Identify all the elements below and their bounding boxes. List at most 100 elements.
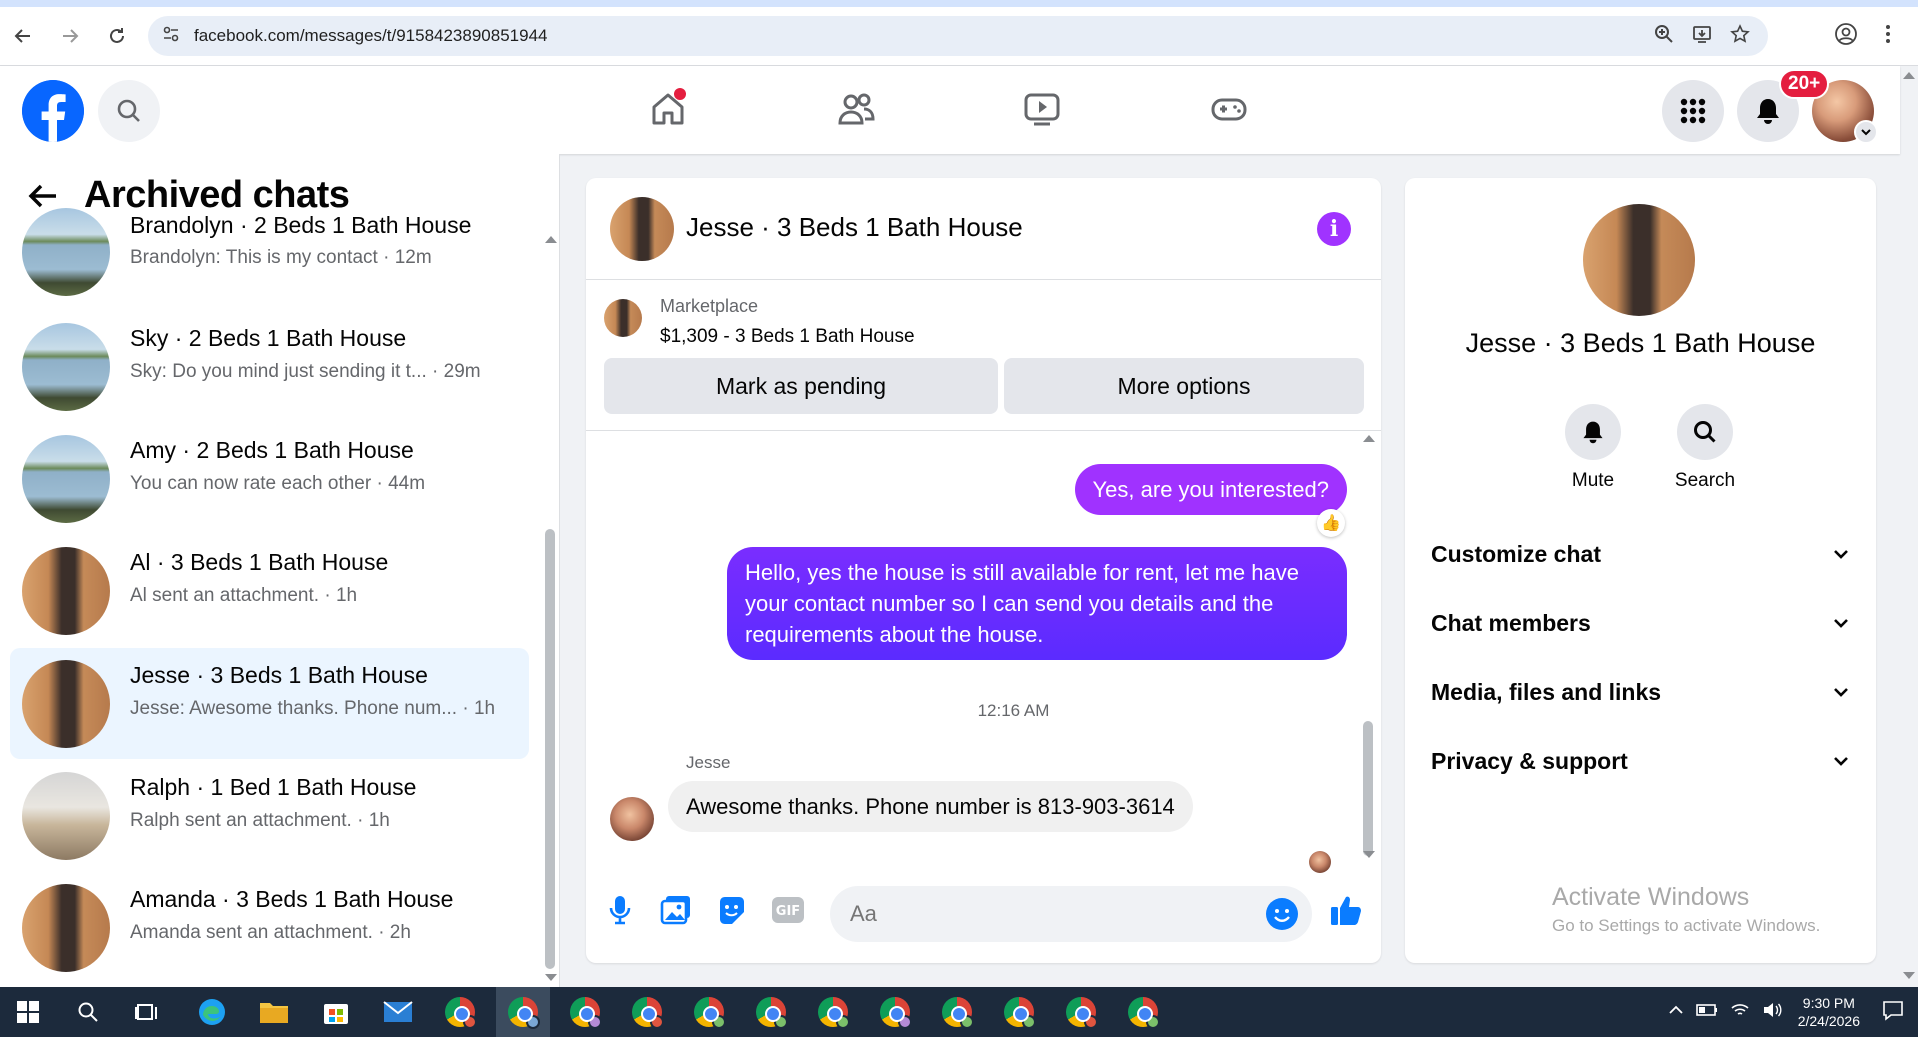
facebook-search-button[interactable] xyxy=(98,80,160,142)
thread-scroll-up-arrow[interactable] xyxy=(1363,435,1375,442)
incoming-message[interactable]: Awesome thanks. Phone number is 813-903-… xyxy=(668,781,1193,832)
taskbar-search-icon[interactable] xyxy=(70,994,106,1030)
task-view-icon[interactable] xyxy=(128,994,164,1030)
chrome-icon[interactable] xyxy=(1001,994,1037,1030)
chat-name: Sky · 2 Beds 1 Bath House xyxy=(130,325,407,351)
battery-icon[interactable] xyxy=(1695,1003,1718,1022)
menu-grid-button[interactable] xyxy=(1662,80,1724,142)
chrome-icon[interactable] xyxy=(815,994,851,1030)
chrome-icon[interactable] xyxy=(567,994,603,1030)
sender-avatar[interactable] xyxy=(610,797,654,841)
wifi-icon[interactable] xyxy=(1730,1002,1750,1023)
page-scroll-up-arrow[interactable] xyxy=(1903,72,1915,79)
chat-avatar xyxy=(22,435,110,523)
microphone-icon[interactable] xyxy=(602,892,638,928)
scroll-up-arrow[interactable] xyxy=(545,236,557,243)
outgoing-message[interactable]: Yes, are you interested? xyxy=(1074,464,1347,515)
file-explorer-icon[interactable] xyxy=(256,994,292,1030)
message-thread: Yes, are you interested? 👍 Hello, yes th… xyxy=(586,430,1381,873)
chat-members-section[interactable]: Chat members xyxy=(1431,601,1851,645)
gif-icon[interactable]: GIF xyxy=(770,892,806,928)
chrome-icon[interactable] xyxy=(629,994,665,1030)
chrome-icon[interactable] xyxy=(877,994,913,1030)
details-title: Jesse · 3 Beds 1 Bath House xyxy=(1465,328,1816,358)
chat-list-item[interactable]: Brandolyn · 2 Beds 1 Bath House Brandoly… xyxy=(10,208,529,296)
chat-avatar xyxy=(22,208,110,296)
conversation-avatar[interactable] xyxy=(610,197,674,261)
site-settings-icon[interactable] xyxy=(162,25,182,48)
photo-icon[interactable] xyxy=(658,892,694,928)
notification-center-icon[interactable] xyxy=(1882,999,1904,1026)
system-clock[interactable]: 9:30 PM 2/24/2026 xyxy=(1798,994,1860,1030)
thread-scroll-down-arrow[interactable] xyxy=(1363,851,1375,858)
mail-icon[interactable] xyxy=(380,994,416,1030)
chrome-icon[interactable] xyxy=(505,994,541,1030)
emoji-icon[interactable] xyxy=(1266,898,1298,930)
address-bar[interactable]: facebook.com/messages/t/9158423890851944 xyxy=(148,16,1768,56)
nav-friends[interactable] xyxy=(826,84,886,134)
volume-icon[interactable] xyxy=(1762,1002,1782,1023)
message-input-wrapper[interactable] xyxy=(830,886,1312,942)
profile-icon[interactable] xyxy=(1834,22,1858,46)
chrome-icon[interactable] xyxy=(939,994,975,1030)
page-scroll-down-arrow[interactable] xyxy=(1903,972,1915,979)
chat-list-item[interactable]: Amanda · 3 Beds 1 Bath House Amanda sent… xyxy=(10,872,529,983)
chat-avatar xyxy=(22,660,110,748)
chat-list-item-active[interactable]: Jesse · 3 Beds 1 Bath House Jesse: Aweso… xyxy=(10,648,529,759)
chat-list-item[interactable]: Al · 3 Beds 1 Bath House Al sent an atta… xyxy=(10,535,529,646)
back-arrow-icon[interactable] xyxy=(28,183,58,209)
sticker-icon[interactable] xyxy=(714,892,750,928)
browser-menu-icon[interactable] xyxy=(1884,22,1892,46)
outgoing-message[interactable]: Hello, yes the house is still available … xyxy=(727,547,1347,660)
microsoft-store-icon[interactable] xyxy=(318,994,354,1030)
media-files-links-section[interactable]: Media, files and links xyxy=(1431,670,1851,714)
chrome-icon[interactable] xyxy=(442,994,478,1030)
chrome-icon[interactable] xyxy=(1063,994,1099,1030)
chat-list-scrollbar[interactable] xyxy=(545,529,555,969)
search-in-chat-button[interactable]: Search xyxy=(1665,404,1745,492)
chrome-icon[interactable] xyxy=(691,994,727,1030)
conversation-title[interactable]: Jesse · 3 Beds 1 Bath House xyxy=(686,212,1023,243)
tab-strip xyxy=(0,0,1918,7)
listing-thumbnail[interactable] xyxy=(604,299,642,337)
search-icon xyxy=(1677,404,1733,460)
message-input[interactable] xyxy=(850,886,1250,942)
page-title: Archived chats xyxy=(84,174,350,216)
chat-avatar xyxy=(22,884,110,972)
edge-browser-icon[interactable] xyxy=(194,994,230,1030)
install-app-icon[interactable] xyxy=(1692,24,1712,49)
thumbs-up-reaction-icon[interactable]: 👍 xyxy=(1317,509,1345,537)
mark-pending-button[interactable]: Mark as pending xyxy=(604,358,998,414)
back-icon[interactable] xyxy=(8,21,38,51)
info-icon[interactable]: i xyxy=(1317,212,1351,246)
chrome-icon[interactable] xyxy=(753,994,789,1030)
details-avatar[interactable] xyxy=(1583,204,1695,316)
chrome-icon[interactable] xyxy=(1125,994,1161,1030)
nav-home[interactable] xyxy=(638,84,698,134)
forward-icon[interactable] xyxy=(55,21,85,51)
facebook-logo-icon[interactable] xyxy=(22,80,84,142)
chat-list-item[interactable]: Ralph · 1 Bed 1 Bath House Ralph sent an… xyxy=(10,760,529,871)
bookmark-star-icon[interactable] xyxy=(1730,23,1750,49)
mute-button[interactable]: Mute xyxy=(1553,404,1633,492)
windows-start-icon[interactable] xyxy=(10,994,46,1030)
url-text[interactable]: facebook.com/messages/t/9158423890851944 xyxy=(194,26,547,46)
clock-date: 2/24/2026 xyxy=(1797,1013,1860,1029)
privacy-support-section[interactable]: Privacy & support xyxy=(1431,739,1851,783)
like-thumb-icon[interactable] xyxy=(1328,892,1364,928)
scroll-down-arrow[interactable] xyxy=(545,974,557,981)
customize-chat-section[interactable]: Customize chat xyxy=(1431,532,1851,576)
listing-price-title[interactable]: $1,309 - 3 Beds 1 Bath House xyxy=(660,326,915,348)
more-options-button[interactable]: More options xyxy=(1004,358,1364,414)
chat-list-item[interactable]: Sky · 2 Beds 1 Bath House Sky: Do you mi… xyxy=(10,311,529,422)
sender-name: Jesse xyxy=(686,753,731,772)
chat-preview: Al sent an attachment. · 1h xyxy=(130,585,358,606)
chat-list-item[interactable]: Amy · 2 Beds 1 Bath House You can now ra… xyxy=(10,423,529,534)
tray-chevron-up-icon[interactable] xyxy=(1668,1003,1684,1021)
reload-icon[interactable] xyxy=(102,21,132,51)
nav-video[interactable] xyxy=(1012,84,1072,134)
thread-scrollbar[interactable] xyxy=(1363,721,1373,856)
nav-gaming[interactable] xyxy=(1199,84,1259,134)
watermark-title: Activate Windows xyxy=(1552,883,1750,911)
zoom-icon[interactable] xyxy=(1654,24,1674,49)
